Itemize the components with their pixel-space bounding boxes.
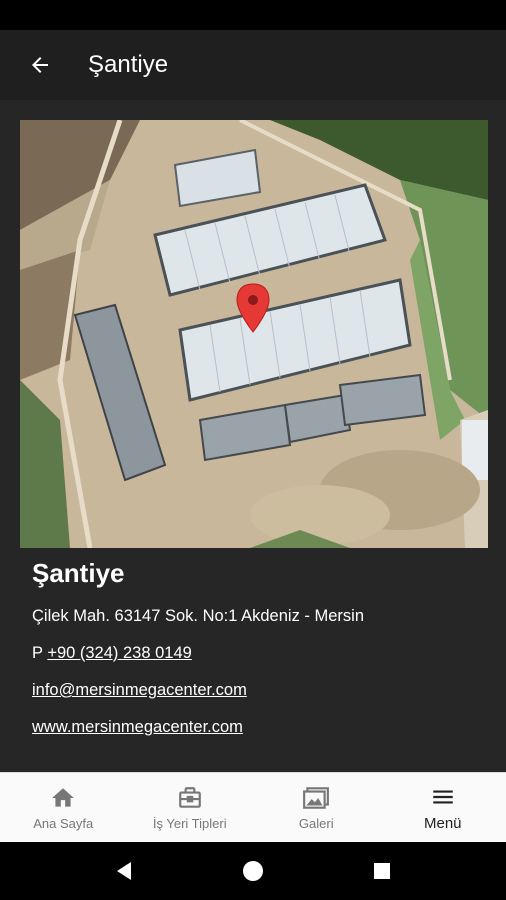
nav-item-menu[interactable]: Menü <box>380 773 506 842</box>
address-text: Çilek Mah. 63147 Sok. No:1 Akdeniz - Mer… <box>32 607 364 625</box>
nav-label: Ana Sayfa <box>33 816 94 831</box>
nav-label: İş Yeri Tipleri <box>152 816 227 831</box>
system-recents-button[interactable] <box>362 851 402 891</box>
home-icon <box>52 788 75 807</box>
phone-prefix: P <box>32 644 43 662</box>
nav-item-gallery[interactable]: Galeri <box>253 773 380 842</box>
nav-item-home[interactable]: Ana Sayfa <box>0 773 127 842</box>
satellite-map[interactable] <box>20 120 488 548</box>
phone-link[interactable]: +90 (324) 238 0149 <box>47 644 192 662</box>
page-title: Şantiye <box>88 51 169 78</box>
place-title: Şantiye <box>32 558 125 588</box>
app-bar: Şantiye <box>0 30 506 100</box>
status-bar <box>0 0 506 30</box>
system-nav-bar <box>0 842 506 900</box>
triangle-back-icon <box>117 862 132 880</box>
map-image <box>20 120 488 548</box>
system-home-button[interactable] <box>233 851 273 891</box>
nav-label: Galeri <box>298 816 334 831</box>
arrow-back-icon <box>32 57 48 73</box>
gallery-icon <box>303 787 330 809</box>
website-link[interactable]: www.mersinmegacenter.com <box>32 718 243 736</box>
menu-icon <box>433 790 453 804</box>
nav-label: Menü <box>423 815 462 832</box>
email-line: info@mersinmegacenter.com <box>32 681 247 700</box>
email-link[interactable]: info@mersinmegacenter.com <box>32 681 247 699</box>
back-button[interactable] <box>0 30 80 100</box>
website-line: www.mersinmegacenter.com <box>32 718 243 737</box>
inbox-icon <box>178 787 201 808</box>
system-back-button[interactable] <box>104 851 144 891</box>
bottom-nav: Ana Sayfa İş Yeri Tipleri Galeri Menü <box>0 772 506 842</box>
phone-line: P +90 (324) 238 0149 <box>32 644 192 663</box>
circle-home-icon <box>242 861 263 881</box>
nav-item-business-types[interactable]: İş Yeri Tipleri <box>127 773 254 842</box>
content: Şantiye Çilek Mah. 63147 Sok. No:1 Akden… <box>0 100 506 772</box>
square-recents-icon <box>373 863 390 879</box>
